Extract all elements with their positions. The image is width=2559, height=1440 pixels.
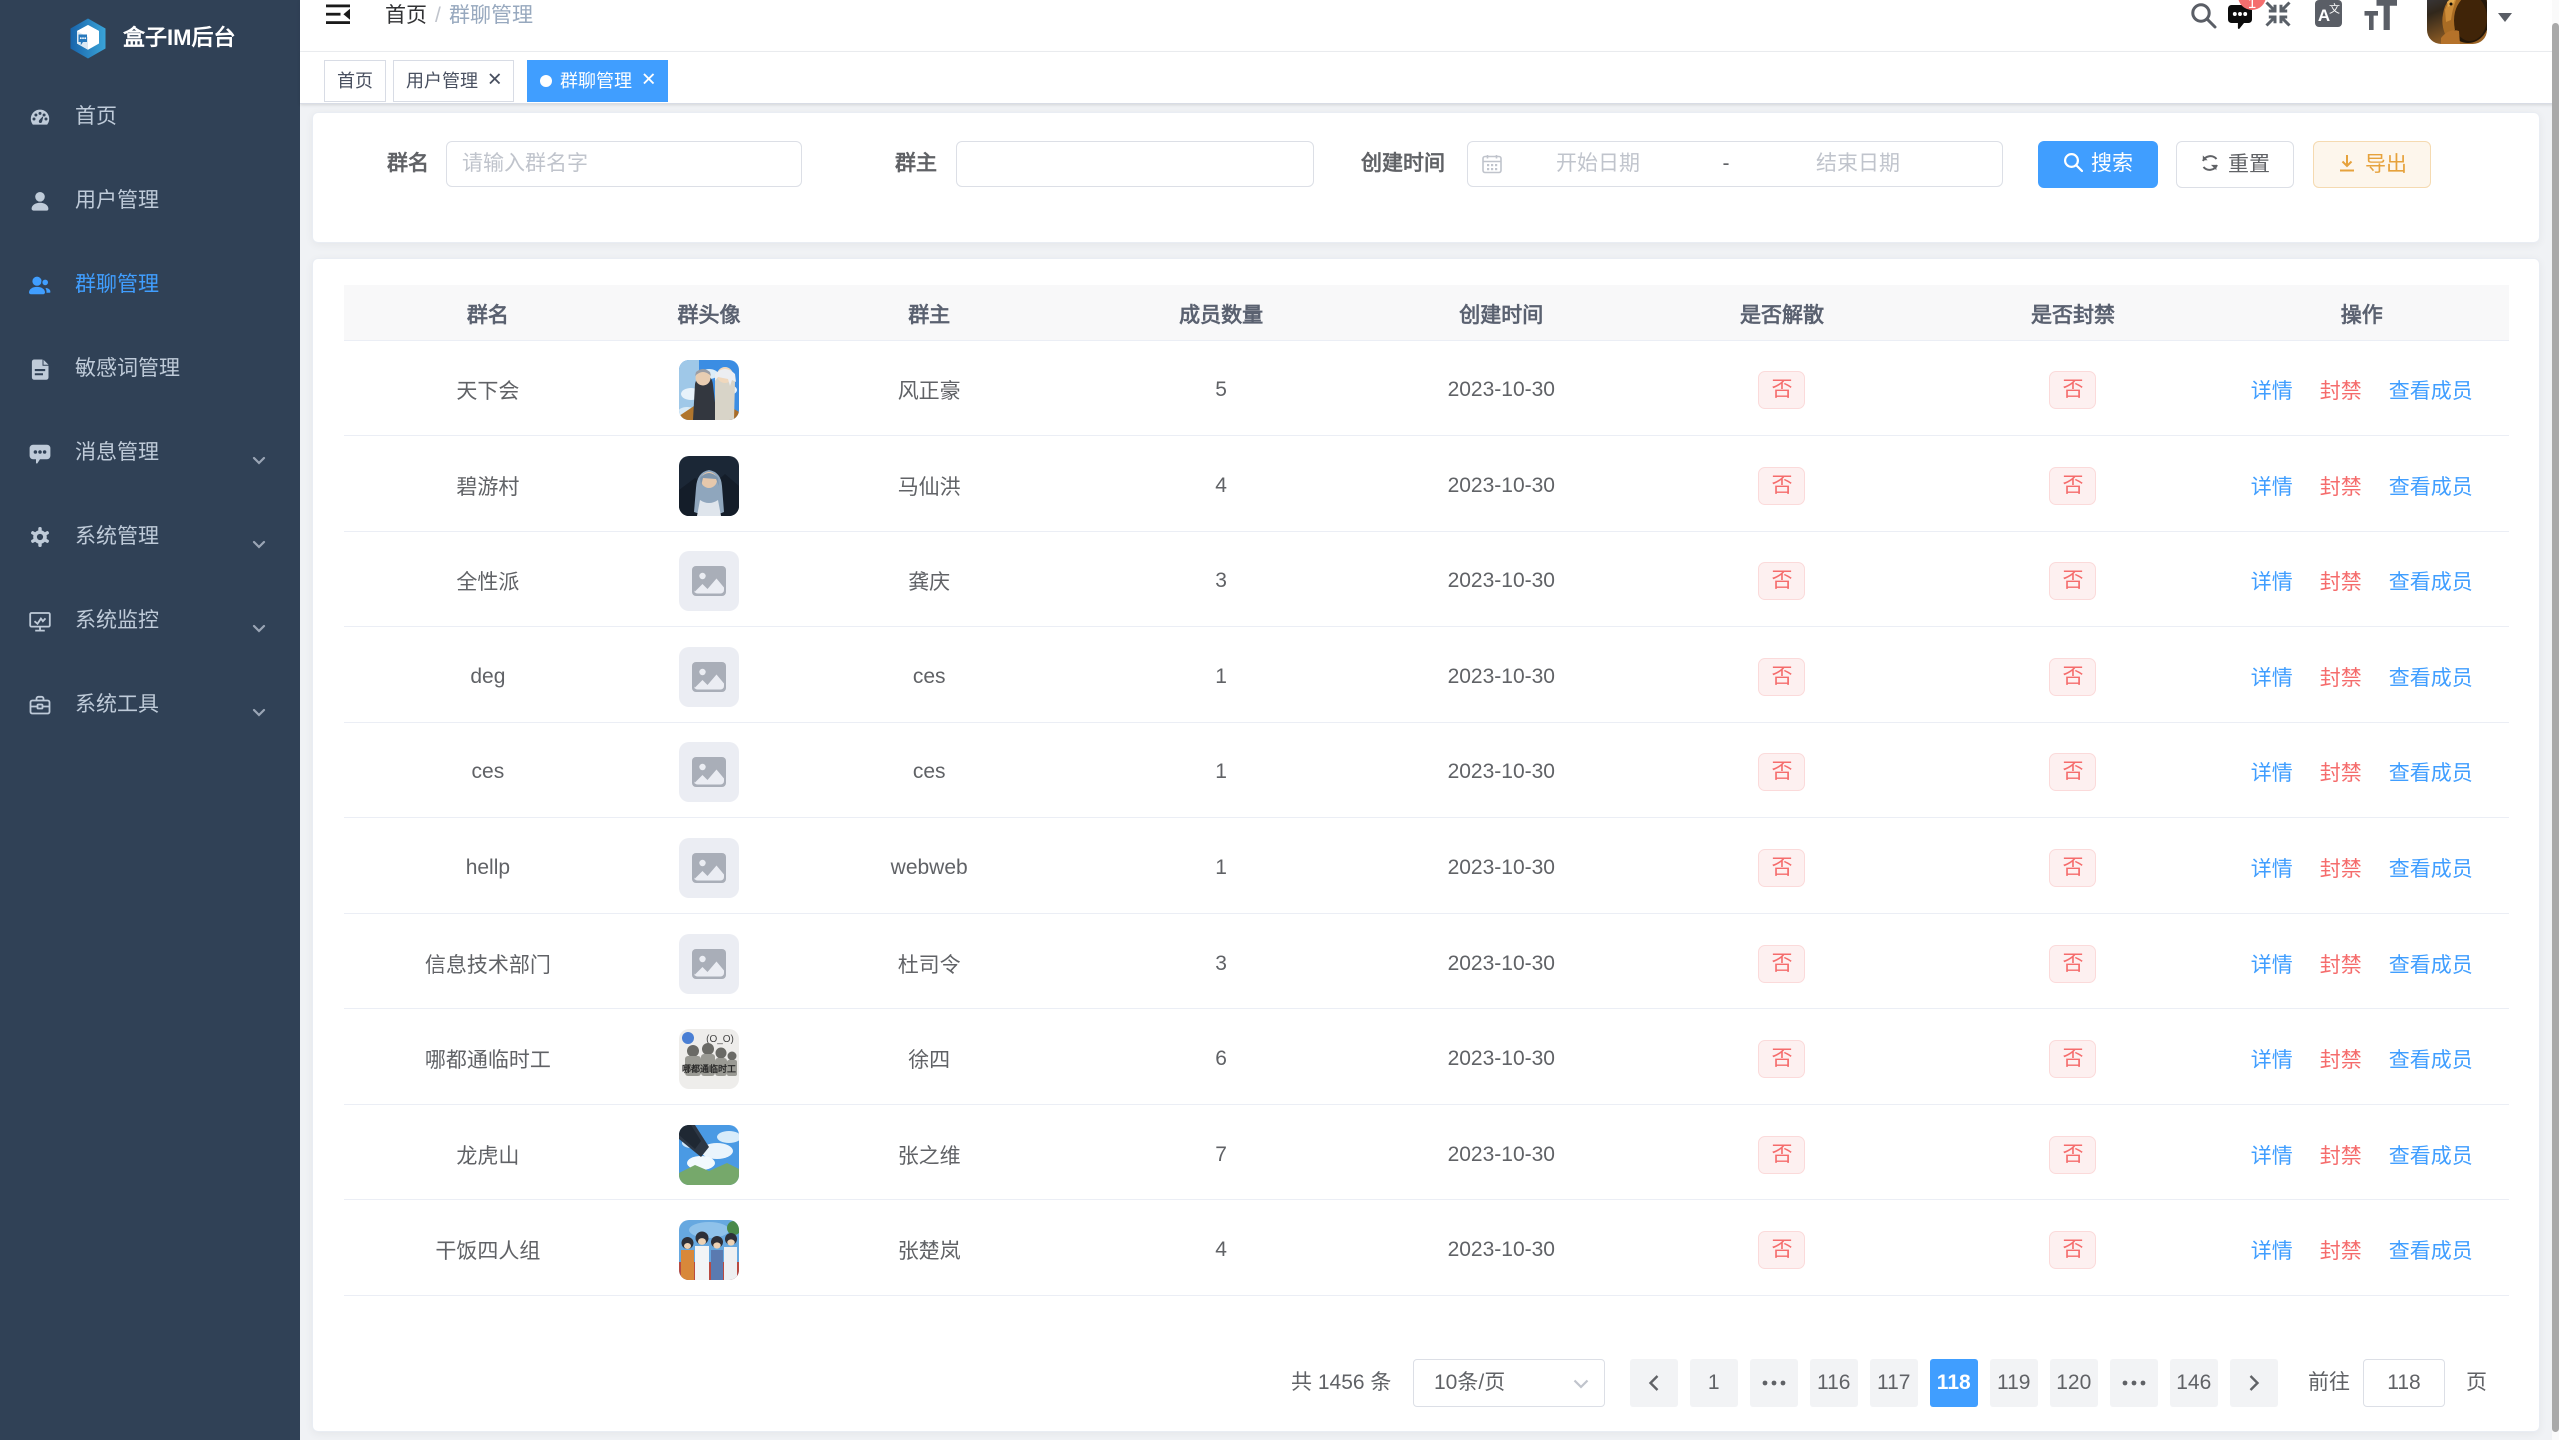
svg-text:哪都通临时工: 哪都通临时工 — [682, 1063, 736, 1074]
svg-text:文: 文 — [2329, 2, 2340, 16]
svg-text:(O_O): (O_O) — [706, 1034, 734, 1045]
